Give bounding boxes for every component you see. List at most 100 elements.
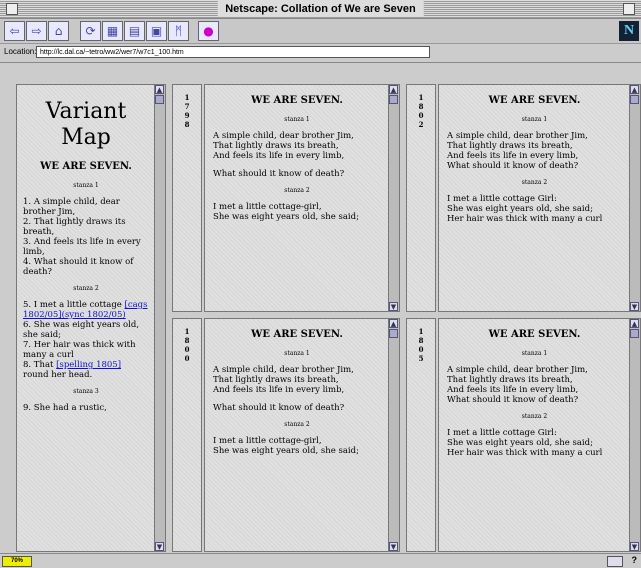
year-digit: 8 — [184, 336, 190, 345]
netscape-logo[interactable]: N — [619, 21, 639, 41]
scroll-down-arrow[interactable]: ▼ — [630, 542, 639, 551]
poem-frame-1800: WE ARE SEVEN. stanza 1 A simple child, d… — [204, 318, 400, 552]
year-frame-1802: 1 8 0 2 — [406, 84, 436, 312]
location-label: Location: — [4, 47, 37, 56]
security-lock-icon[interactable] — [607, 556, 623, 567]
item-num: 1. — [23, 197, 32, 207]
poem-content: WE ARE SEVEN. stanza 1 A simple child, d… — [439, 319, 630, 551]
year-digit: 0 — [418, 111, 424, 120]
variant-list-stanza3: 9. She had a rustic, — [17, 403, 155, 413]
item-text: And feels its life in every limb, — [23, 237, 141, 257]
stanza-label: stanza 2 — [284, 421, 310, 428]
poem-line: A simple child, dear brother Jim, — [213, 131, 354, 141]
browser-window: Netscape: Collation of We are Seven ⇦ ⇨ … — [0, 0, 641, 568]
item-text: A simple child, dear brother Jim, — [23, 197, 120, 217]
home-button[interactable]: ⌂ — [48, 21, 69, 41]
year-label: 1 8 0 5 — [407, 319, 435, 363]
item-text: What should it know of death? — [23, 257, 134, 277]
poem-line: A simple child, dear brother Jim, — [447, 365, 588, 375]
stanza-label: stanza 3 — [73, 388, 99, 395]
poem-line: And feels its life in every limb, — [213, 385, 345, 395]
find-button[interactable]: ᛗ — [168, 21, 189, 41]
poem-line: She was eight years old, she said; — [447, 204, 593, 214]
scroll-up-arrow[interactable]: ▲ — [155, 85, 164, 94]
poem-content: WE ARE SEVEN. stanza 1 A simple child, d… — [205, 85, 389, 311]
year-digit: 0 — [418, 345, 424, 354]
stanza-text: I met a little cottage-girl, She was eig… — [205, 202, 389, 222]
scroll-thumb[interactable] — [630, 95, 639, 104]
window-title: Netscape: Collation of We are Seven — [217, 1, 424, 17]
stanza-label: stanza 1 — [73, 182, 99, 189]
title-bar[interactable]: Netscape: Collation of We are Seven — [0, 0, 641, 19]
scroll-up-arrow[interactable]: ▲ — [389, 85, 398, 94]
poem-line: And feels its life in every limb, — [213, 151, 345, 161]
scroll-down-arrow[interactable]: ▼ — [630, 302, 639, 311]
stanza-label: stanza 2 — [521, 179, 548, 186]
poem-line: What should it know of death? — [213, 403, 345, 413]
scroll-up-arrow[interactable]: ▲ — [630, 319, 639, 328]
poem-line: And feels its life in every limb, — [447, 151, 579, 161]
stanza-label: stanza 1 — [284, 116, 310, 123]
item-text: 5. I met a little cottage — [23, 300, 125, 310]
year-frame-1800: 1 8 0 0 — [172, 318, 202, 552]
year-digit: 5 — [418, 354, 424, 363]
variant-item: 5. I met a little cottage [cags 1802/05]… — [23, 300, 149, 320]
variant-list-stanza2: 5. I met a little cottage [cags 1802/05]… — [17, 300, 155, 380]
stanza-label: stanza 2 — [73, 285, 99, 292]
scroll-up-arrow[interactable]: ▲ — [389, 319, 398, 328]
variant-item: 8. That [spelling 1805] round her head. — [23, 360, 149, 380]
variant-list-stanza1: 1. A simple child, dear brother Jim, 2. … — [17, 197, 155, 277]
variant-item: 1. A simple child, dear brother Jim, — [23, 197, 149, 217]
vertical-scrollbar[interactable]: ▲ ▼ — [388, 319, 399, 551]
stanza-label: stanza 1 — [521, 116, 548, 123]
item-text: That lightly draws its breath, — [23, 217, 126, 237]
scroll-down-arrow[interactable]: ▼ — [155, 542, 164, 551]
scroll-down-arrow[interactable]: ▼ — [389, 542, 398, 551]
year-digit: 0 — [184, 345, 190, 354]
scroll-thumb[interactable] — [389, 95, 398, 104]
variant-item: 4. What should it know of death? — [23, 257, 149, 277]
stanza-text: I met a little cottage-girl, She was eig… — [205, 436, 389, 456]
open-button[interactable]: ▤ — [124, 21, 145, 41]
poem-frame-1805: WE ARE SEVEN. stanza 1 A simple child, d… — [438, 318, 641, 552]
scroll-thumb[interactable] — [155, 95, 164, 104]
year-digit: 8 — [418, 336, 424, 345]
location-input[interactable]: http://lc.dal.ca/~tetro/ww2/wer7/w7c1_10… — [36, 46, 430, 58]
help-icon[interactable]: ? — [632, 555, 638, 565]
stanza-text: I met a little cottage Girl: She was eig… — [439, 428, 630, 458]
reload-button[interactable]: ⟳ — [80, 21, 101, 41]
back-button[interactable]: ⇦ — [4, 21, 25, 41]
poem-heading: WE ARE SEVEN. — [40, 161, 132, 172]
year-label: 1 8 0 0 — [173, 319, 201, 363]
progress-indicator: 70% — [2, 556, 32, 567]
stanza-text: A simple child, dear brother Jim, That l… — [205, 131, 389, 179]
scroll-thumb[interactable] — [630, 329, 639, 338]
year-digit: 1 — [184, 327, 190, 336]
images-button[interactable]: ▦ — [102, 21, 123, 41]
variant-map-title: Variant Map — [17, 99, 155, 151]
vertical-scrollbar[interactable]: ▲ ▼ — [629, 319, 640, 551]
stanza-label: stanza 2 — [521, 413, 548, 420]
poem-line: I met a little cottage-girl, — [213, 202, 322, 212]
year-label: 1 7 9 8 — [173, 85, 201, 129]
item-text: round her head. — [23, 370, 93, 380]
variant-item: 9. She had a rustic, — [23, 403, 107, 413]
vertical-scrollbar[interactable]: ▲ ▼ — [388, 85, 399, 311]
vertical-scrollbar[interactable]: ▲ ▼ — [629, 85, 640, 311]
forward-button[interactable]: ⇨ — [26, 21, 47, 41]
scroll-up-arrow[interactable]: ▲ — [630, 85, 639, 94]
scroll-down-arrow[interactable]: ▼ — [389, 302, 398, 311]
stop-button[interactable]: ● — [198, 21, 219, 41]
vertical-scrollbar[interactable]: ▲ ▼ — [154, 85, 165, 551]
poem-line: I met a little cottage Girl: — [447, 428, 557, 438]
poem-frame-1802: WE ARE SEVEN. stanza 1 A simple child, d… — [438, 84, 641, 312]
poem-line: That lightly draws its breath, — [447, 375, 573, 385]
item-num: 3. — [23, 237, 32, 247]
close-box[interactable] — [6, 3, 18, 15]
year-frame-1805: 1 8 0 5 — [406, 318, 436, 552]
zoom-box[interactable] — [623, 3, 635, 15]
scroll-thumb[interactable] — [389, 329, 398, 338]
poem-line: I met a little cottage-girl, — [213, 436, 322, 446]
variant-link[interactable]: [spelling 1805] — [56, 360, 121, 370]
print-button[interactable]: ▣ — [146, 21, 167, 41]
